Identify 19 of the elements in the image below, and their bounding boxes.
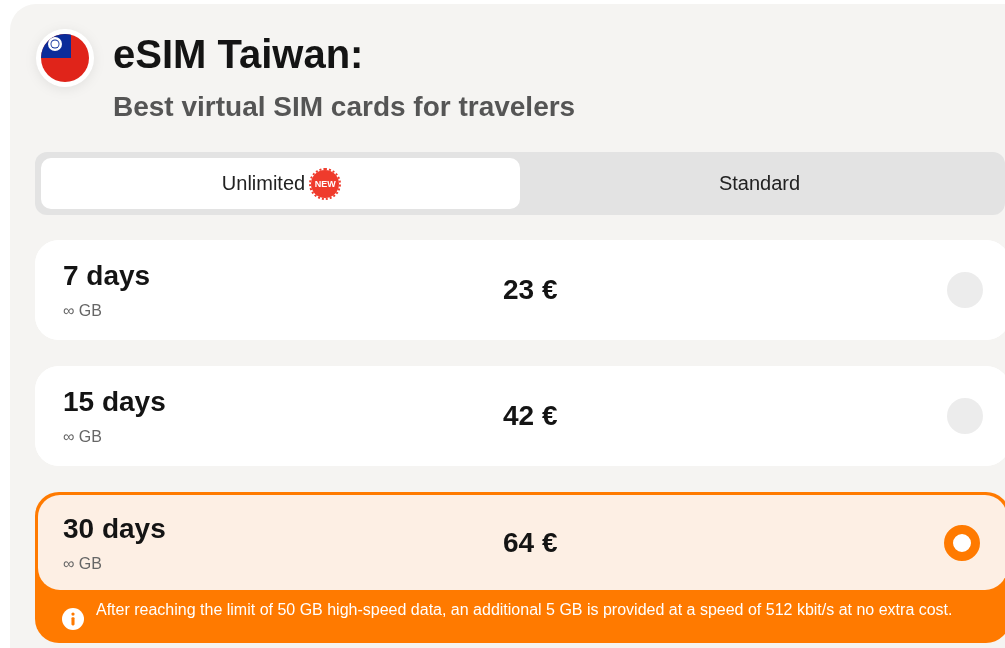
plan-price: 42 € [503, 400, 559, 432]
plan-price: 64 € [503, 526, 559, 559]
plan-duration: 30 days [63, 512, 167, 545]
radio-button[interactable] [944, 524, 980, 561]
page-title: eSIM Taiwan: [113, 32, 365, 77]
new-badge: NEW [311, 169, 340, 198]
plan-tab[interactable]: Standard [520, 158, 999, 209]
flag-icon [35, 28, 95, 88]
plan-tab[interactable]: Unlimited NEW [41, 158, 520, 209]
plan-duration: 7 days [63, 260, 152, 292]
plan-data: ∞ GB [63, 554, 103, 573]
plan-card[interactable]: 30 days ∞ GB 64 € After reaching the limit of 50 GB high-speed data, an additional 5 GB is provided at a speed of 512 kbit/s at no extra cost. [35, 492, 1005, 643]
plan-duration: 15 days [63, 386, 167, 418]
plan-data: ∞ GB [63, 428, 103, 446]
plan-price: 23 € [503, 274, 559, 306]
plan-note: After reaching the limit of 50 GB high-speed data, an additional 5 GB is provided at a speed of 512 kbit/s at no extra cost. [96, 600, 954, 620]
page-subtitle: Best virtual SIM cards for travelers [113, 91, 576, 123]
info-icon [62, 608, 84, 630]
plan-data: ∞ GB [63, 302, 103, 320]
